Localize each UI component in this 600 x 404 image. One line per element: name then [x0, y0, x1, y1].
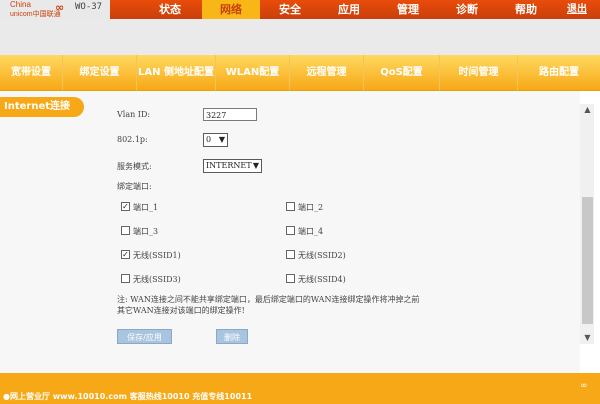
- port-4-checkbox[interactable]: [286, 226, 295, 235]
- nav-diagnostics[interactable]: 诊断: [438, 0, 496, 19]
- vlan-id-input[interactable]: 3227: [203, 108, 257, 121]
- scrollbar-thumb[interactable]: [582, 197, 593, 324]
- port-4-label: 端口_4: [298, 227, 324, 236]
- binding-note-line1: 注: WAN连接之间不能共享绑定端口，最后绑定端口的WAN连接绑定操作将冲掉之前: [117, 295, 420, 304]
- chevron-down-icon: ▼: [218, 135, 225, 144]
- service-mode-value: INTERNET: [206, 161, 252, 170]
- nav-management[interactable]: 管理: [379, 0, 437, 19]
- ssid2-checkbox[interactable]: [286, 250, 295, 259]
- side-menu-internet-connection[interactable]: Internet连接: [0, 97, 84, 117]
- service-mode-select[interactable]: INTERNET ▼: [203, 159, 262, 173]
- tab-wlan[interactable]: WLAN配置: [216, 55, 290, 90]
- nav-application[interactable]: 应用: [320, 0, 378, 19]
- port-2-label: 端口_2: [298, 203, 324, 212]
- port-3-checkbox[interactable]: [121, 226, 130, 235]
- save-apply-button[interactable]: 保存/应用: [117, 329, 172, 344]
- footer-contact-info: ●网上营业厅 www.10010.com 客服热线10010 充值专线10011: [3, 392, 253, 401]
- tab-broadband[interactable]: 宽带设置: [0, 55, 63, 90]
- logo-line1: China: [10, 0, 31, 9]
- priority-label: 802.1p:: [117, 135, 148, 144]
- scroll-down-arrow-icon[interactable]: ▼: [582, 333, 593, 343]
- service-mode-label: 服务模式:: [117, 162, 152, 171]
- tab-lan-address[interactable]: LAN 侧地址配置: [137, 55, 216, 90]
- scroll-up-arrow-icon[interactable]: ▲: [582, 105, 593, 115]
- nav-status[interactable]: 状态: [141, 0, 199, 19]
- vlan-id-label: Vlan ID:: [117, 110, 151, 119]
- nav-security[interactable]: 安全: [261, 0, 319, 19]
- priority-value: 0: [206, 135, 212, 144]
- chevron-down-icon: ▼: [252, 161, 259, 170]
- tab-time-management[interactable]: 时间管理: [440, 55, 518, 90]
- priority-select[interactable]: 0 ▼: [203, 133, 228, 147]
- ssid2-label: 无线(SSID2): [298, 251, 346, 260]
- unicom-knot-icon: ∞: [55, 1, 65, 14]
- nav-help[interactable]: 帮助: [497, 0, 555, 19]
- ssid3-label: 无线(SSID3): [133, 275, 181, 284]
- device-model: WO-37: [75, 2, 103, 12]
- tab-routing[interactable]: 路由配置: [518, 55, 600, 90]
- port-1-checkbox[interactable]: ✓: [121, 202, 130, 211]
- logout-link[interactable]: 退出: [548, 0, 600, 19]
- footer-decoration-icon: ∞: [580, 381, 588, 391]
- port-1-label: 端口_1: [133, 203, 159, 212]
- tab-binding[interactable]: 绑定设置: [63, 55, 137, 90]
- binding-note-line2: 其它WAN连接对该端口的绑定操作!: [117, 306, 245, 315]
- ssid4-checkbox[interactable]: [286, 274, 295, 283]
- ssid4-label: 无线(SSID4): [298, 275, 346, 284]
- ssid3-checkbox[interactable]: [121, 274, 130, 283]
- sub-tab-bar: 宽带设置 绑定设置 LAN 侧地址配置 WLAN配置 远程管理 QoS配置 时间…: [0, 55, 600, 91]
- nav-network[interactable]: 网络: [202, 0, 260, 19]
- logo-line2: unicom中国联通: [10, 11, 61, 18]
- tab-qos[interactable]: QoS配置: [364, 55, 440, 90]
- bind-ports-label: 绑定端口:: [117, 182, 152, 191]
- ssid1-checkbox[interactable]: ✓: [121, 250, 130, 259]
- port-3-label: 端口_3: [133, 227, 159, 236]
- port-2-checkbox[interactable]: [286, 202, 295, 211]
- delete-button[interactable]: 删除: [216, 329, 248, 344]
- header-gray-strip: [0, 19, 600, 55]
- ssid1-label: 无线(SSID1): [133, 251, 181, 260]
- left-menu-panel: [0, 91, 95, 373]
- tab-remote-management[interactable]: 远程管理: [290, 55, 364, 90]
